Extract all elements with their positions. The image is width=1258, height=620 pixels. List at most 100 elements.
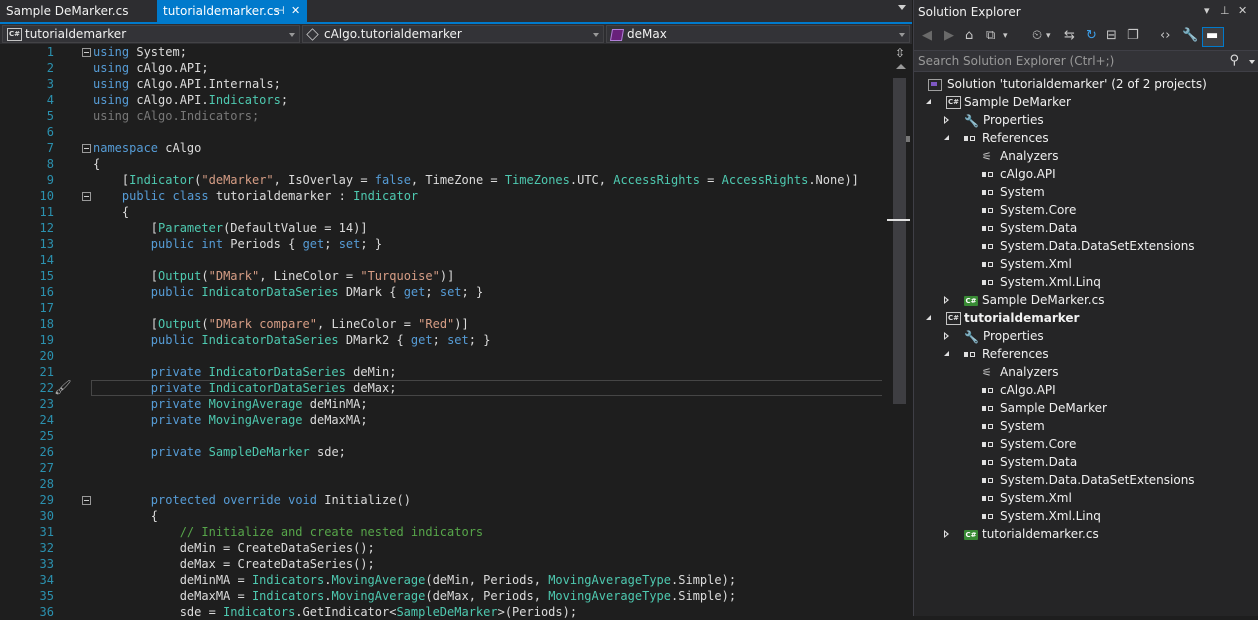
code-line: protected override void Initialize(): [150, 493, 411, 507]
pending-changes-filter-icon[interactable]: ⏲: [1032, 28, 1042, 44]
expand-arrow-icon[interactable]: [944, 296, 949, 304]
tree-reference-item[interactable]: System.Data.DataSetExtensions: [982, 471, 1195, 489]
filter-dropdown-icon[interactable]: ▾: [1046, 28, 1051, 44]
close-icon[interactable]: ✕: [291, 0, 300, 22]
code-line: {: [93, 157, 101, 171]
code-line: using cAlgo.API.Internals;: [93, 77, 281, 91]
reference-icon: [982, 206, 996, 216]
tree-reference-item[interactable]: System: [982, 417, 1045, 435]
line-number: 28: [39, 477, 54, 491]
search-icon[interactable]: ⚲: [1229, 53, 1239, 68]
project-dropdown[interactable]: C# tutorialdemarker: [2, 25, 300, 43]
switch-views-icon[interactable]: ⧉: [986, 28, 995, 44]
code-line: public IndicatorDataSeries DMark2 { get;…: [150, 333, 491, 347]
tree-reference-item[interactable]: cAlgo.API: [982, 165, 1056, 183]
fold-toggle[interactable]: [82, 496, 91, 505]
pin-icon[interactable]: ⊣: [275, 0, 285, 22]
expand-arrow-icon[interactable]: [944, 116, 949, 124]
tree-item-references[interactable]: References: [944, 129, 1049, 147]
back-icon[interactable]: ◀: [922, 28, 932, 44]
tree-project-sample-demarker[interactable]: C# Sample DeMarker: [926, 93, 1071, 111]
member-dropdown[interactable]: deMax: [606, 25, 910, 43]
field-icon: [609, 28, 625, 41]
line-number: 9: [46, 173, 54, 187]
tree-item-properties[interactable]: 🔧 Properties: [944, 111, 1044, 129]
home-icon[interactable]: ⌂: [965, 28, 973, 44]
tree-reference-item[interactable]: ⚟ Analyzers: [982, 363, 1058, 381]
tree-reference-item[interactable]: Sample DeMarker: [982, 399, 1107, 417]
switch-views-dropdown-icon[interactable]: ▾: [1003, 28, 1008, 44]
tree-project-tutorialdemarker[interactable]: C# tutorialdemarker: [926, 309, 1079, 327]
tree-reference-item[interactable]: System.Xml: [982, 489, 1072, 507]
quick-actions-brush-icon[interactable]: 🖌: [54, 380, 72, 396]
scrollbar-track[interactable]: ⇳: [886, 44, 910, 616]
sync-with-document-icon[interactable]: ⇆: [1064, 28, 1075, 44]
code-line: private MovingAverage deMinMA;: [150, 397, 368, 411]
line-number: 29: [39, 493, 54, 507]
tab-label: Sample DeMarker.cs: [6, 4, 129, 18]
show-all-files-icon[interactable]: ❐: [1127, 28, 1139, 44]
fold-toggle[interactable]: [82, 192, 91, 201]
tab-tutorialdemarker[interactable]: tutorialdemarker.cs ⊣ ✕: [157, 0, 307, 22]
close-panel-icon[interactable]: ✕: [1238, 4, 1247, 17]
search-options-dropdown-icon[interactable]: [1249, 60, 1255, 64]
expand-arrow-icon[interactable]: [944, 332, 949, 340]
expand-arrow-icon[interactable]: [944, 530, 949, 538]
tree-reference-item[interactable]: System.Core: [982, 201, 1076, 219]
code-line: deMaxMA = Indicators.MovingAverage(deMax…: [93, 589, 737, 603]
line-number: 32: [39, 541, 54, 555]
editor-vertical-scrollbar[interactable]: ⇳: [882, 44, 912, 616]
window-position-dropdown-icon[interactable]: ▾: [1204, 4, 1210, 17]
scrollbar-change-marker: [906, 136, 910, 142]
preview-selected-items-icon[interactable]: ▬: [1206, 28, 1218, 44]
csharp-file-icon: C#: [964, 529, 978, 540]
tree-solution-node[interactable]: Solution 'tutorialdemarker' (2 of 2 proj…: [928, 75, 1207, 93]
tree-reference-item[interactable]: System.Data.DataSetExtensions: [982, 237, 1195, 255]
line-number: 23: [39, 397, 54, 411]
view-code-icon[interactable]: ‹›: [1160, 28, 1170, 44]
tree-reference-item[interactable]: System.Xml.Linq: [982, 507, 1101, 525]
scroll-up-arrow-icon[interactable]: [896, 64, 906, 69]
expand-arrow-icon[interactable]: [926, 99, 931, 104]
split-window-icon[interactable]: ⇳: [895, 46, 905, 60]
line-number: 14: [39, 253, 54, 267]
tree-file-sample-demarker-cs[interactable]: C# Sample DeMarker.cs: [944, 291, 1104, 309]
tree-reference-item[interactable]: System.Data: [982, 453, 1077, 471]
expand-arrow-icon[interactable]: [926, 315, 931, 320]
tree-item-references[interactable]: References: [944, 345, 1049, 363]
forward-icon[interactable]: ▶: [944, 28, 954, 44]
reference-icon: [982, 188, 996, 198]
tree-reference-item[interactable]: ⚟ Analyzers: [982, 147, 1058, 165]
tree-reference-item[interactable]: System.Core: [982, 435, 1076, 453]
solution-explorer-titlebar: Solution Explorer ▾ ⊥ ✕: [914, 0, 1258, 24]
tree-reference-item[interactable]: System.Xml: [982, 255, 1072, 273]
tree-reference-item[interactable]: System.Xml.Linq: [982, 273, 1101, 291]
refresh-icon[interactable]: ↻: [1086, 28, 1097, 44]
type-dropdown[interactable]: cAlgo.tutorialdemarker: [302, 25, 604, 43]
scrollbar-thumb[interactable]: [893, 78, 906, 404]
reference-icon: [982, 242, 996, 252]
code-editor[interactable]: 🖌 1 2 3 4 5 6 7 8 9 10 11 12 13 14 15 16…: [0, 44, 883, 619]
tree-file-tutorialdemarker-cs[interactable]: C# tutorialdemarker.cs: [944, 525, 1099, 543]
tree-reference-item[interactable]: cAlgo.API: [982, 381, 1056, 399]
tree-item-properties[interactable]: 🔧 Properties: [944, 327, 1044, 345]
properties-wrench-icon[interactable]: 🔧: [1182, 28, 1198, 44]
code-line: using cAlgo.API.Indicators;: [93, 93, 289, 107]
tree-reference-item[interactable]: System: [982, 183, 1045, 201]
line-number: 36: [39, 605, 54, 619]
node-label: tutorialdemarker.cs: [982, 527, 1099, 541]
wrench-icon: 🔧: [964, 329, 979, 344]
tab-sample-demarker[interactable]: Sample DeMarker.cs: [0, 0, 155, 22]
line-number: 8: [46, 157, 54, 171]
expand-arrow-icon[interactable]: [944, 135, 949, 140]
expand-arrow-icon[interactable]: [944, 351, 949, 356]
search-input[interactable]: [918, 53, 1208, 69]
collapse-all-icon[interactable]: ⊟: [1106, 28, 1117, 44]
auto-hide-pin-icon[interactable]: ⊥: [1220, 4, 1230, 17]
tree-reference-item[interactable]: System.Data: [982, 219, 1077, 237]
fold-toggle[interactable]: [82, 48, 91, 57]
fold-toggle[interactable]: [82, 144, 91, 153]
reference-icon: [982, 224, 996, 234]
tab-list-dropdown-icon[interactable]: [898, 5, 906, 10]
line-number: 25: [39, 429, 54, 443]
